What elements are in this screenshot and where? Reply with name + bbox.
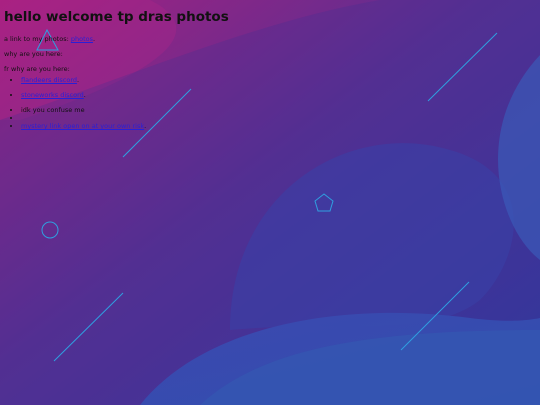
reason-text: idk you confuse me: [21, 106, 85, 114]
list-item: mystery link open on at your own risk.: [21, 122, 146, 130]
stoneworks-discord-link[interactable]: stoneworks discord: [21, 91, 84, 99]
photos-link[interactable]: photos: [71, 35, 93, 43]
photos-suffix: .: [93, 35, 96, 43]
photos-intro: a link to my photos:: [4, 35, 69, 43]
list-item: flandeers discord.: [21, 76, 146, 84]
photos-paragraph: a link to my photos: photos.: [4, 35, 95, 43]
list-item-empty: [21, 114, 146, 122]
list-item: stoneworks discord.: [21, 91, 146, 99]
reasons-list: flandeers discord. stoneworks discord. i…: [12, 76, 146, 130]
answer-intro-text: fr why are you here:: [4, 65, 70, 73]
page-content: hello welcome tp dras photos a link to m…: [0, 0, 540, 405]
list-item: idk you confuse me: [21, 106, 146, 114]
page-title: hello welcome tp dras photos: [4, 9, 229, 25]
mystery-link[interactable]: mystery link open on at your own risk: [21, 122, 144, 130]
question-text: why are you here:: [4, 50, 63, 58]
flandeers-discord-link[interactable]: flandeers discord: [21, 76, 77, 84]
